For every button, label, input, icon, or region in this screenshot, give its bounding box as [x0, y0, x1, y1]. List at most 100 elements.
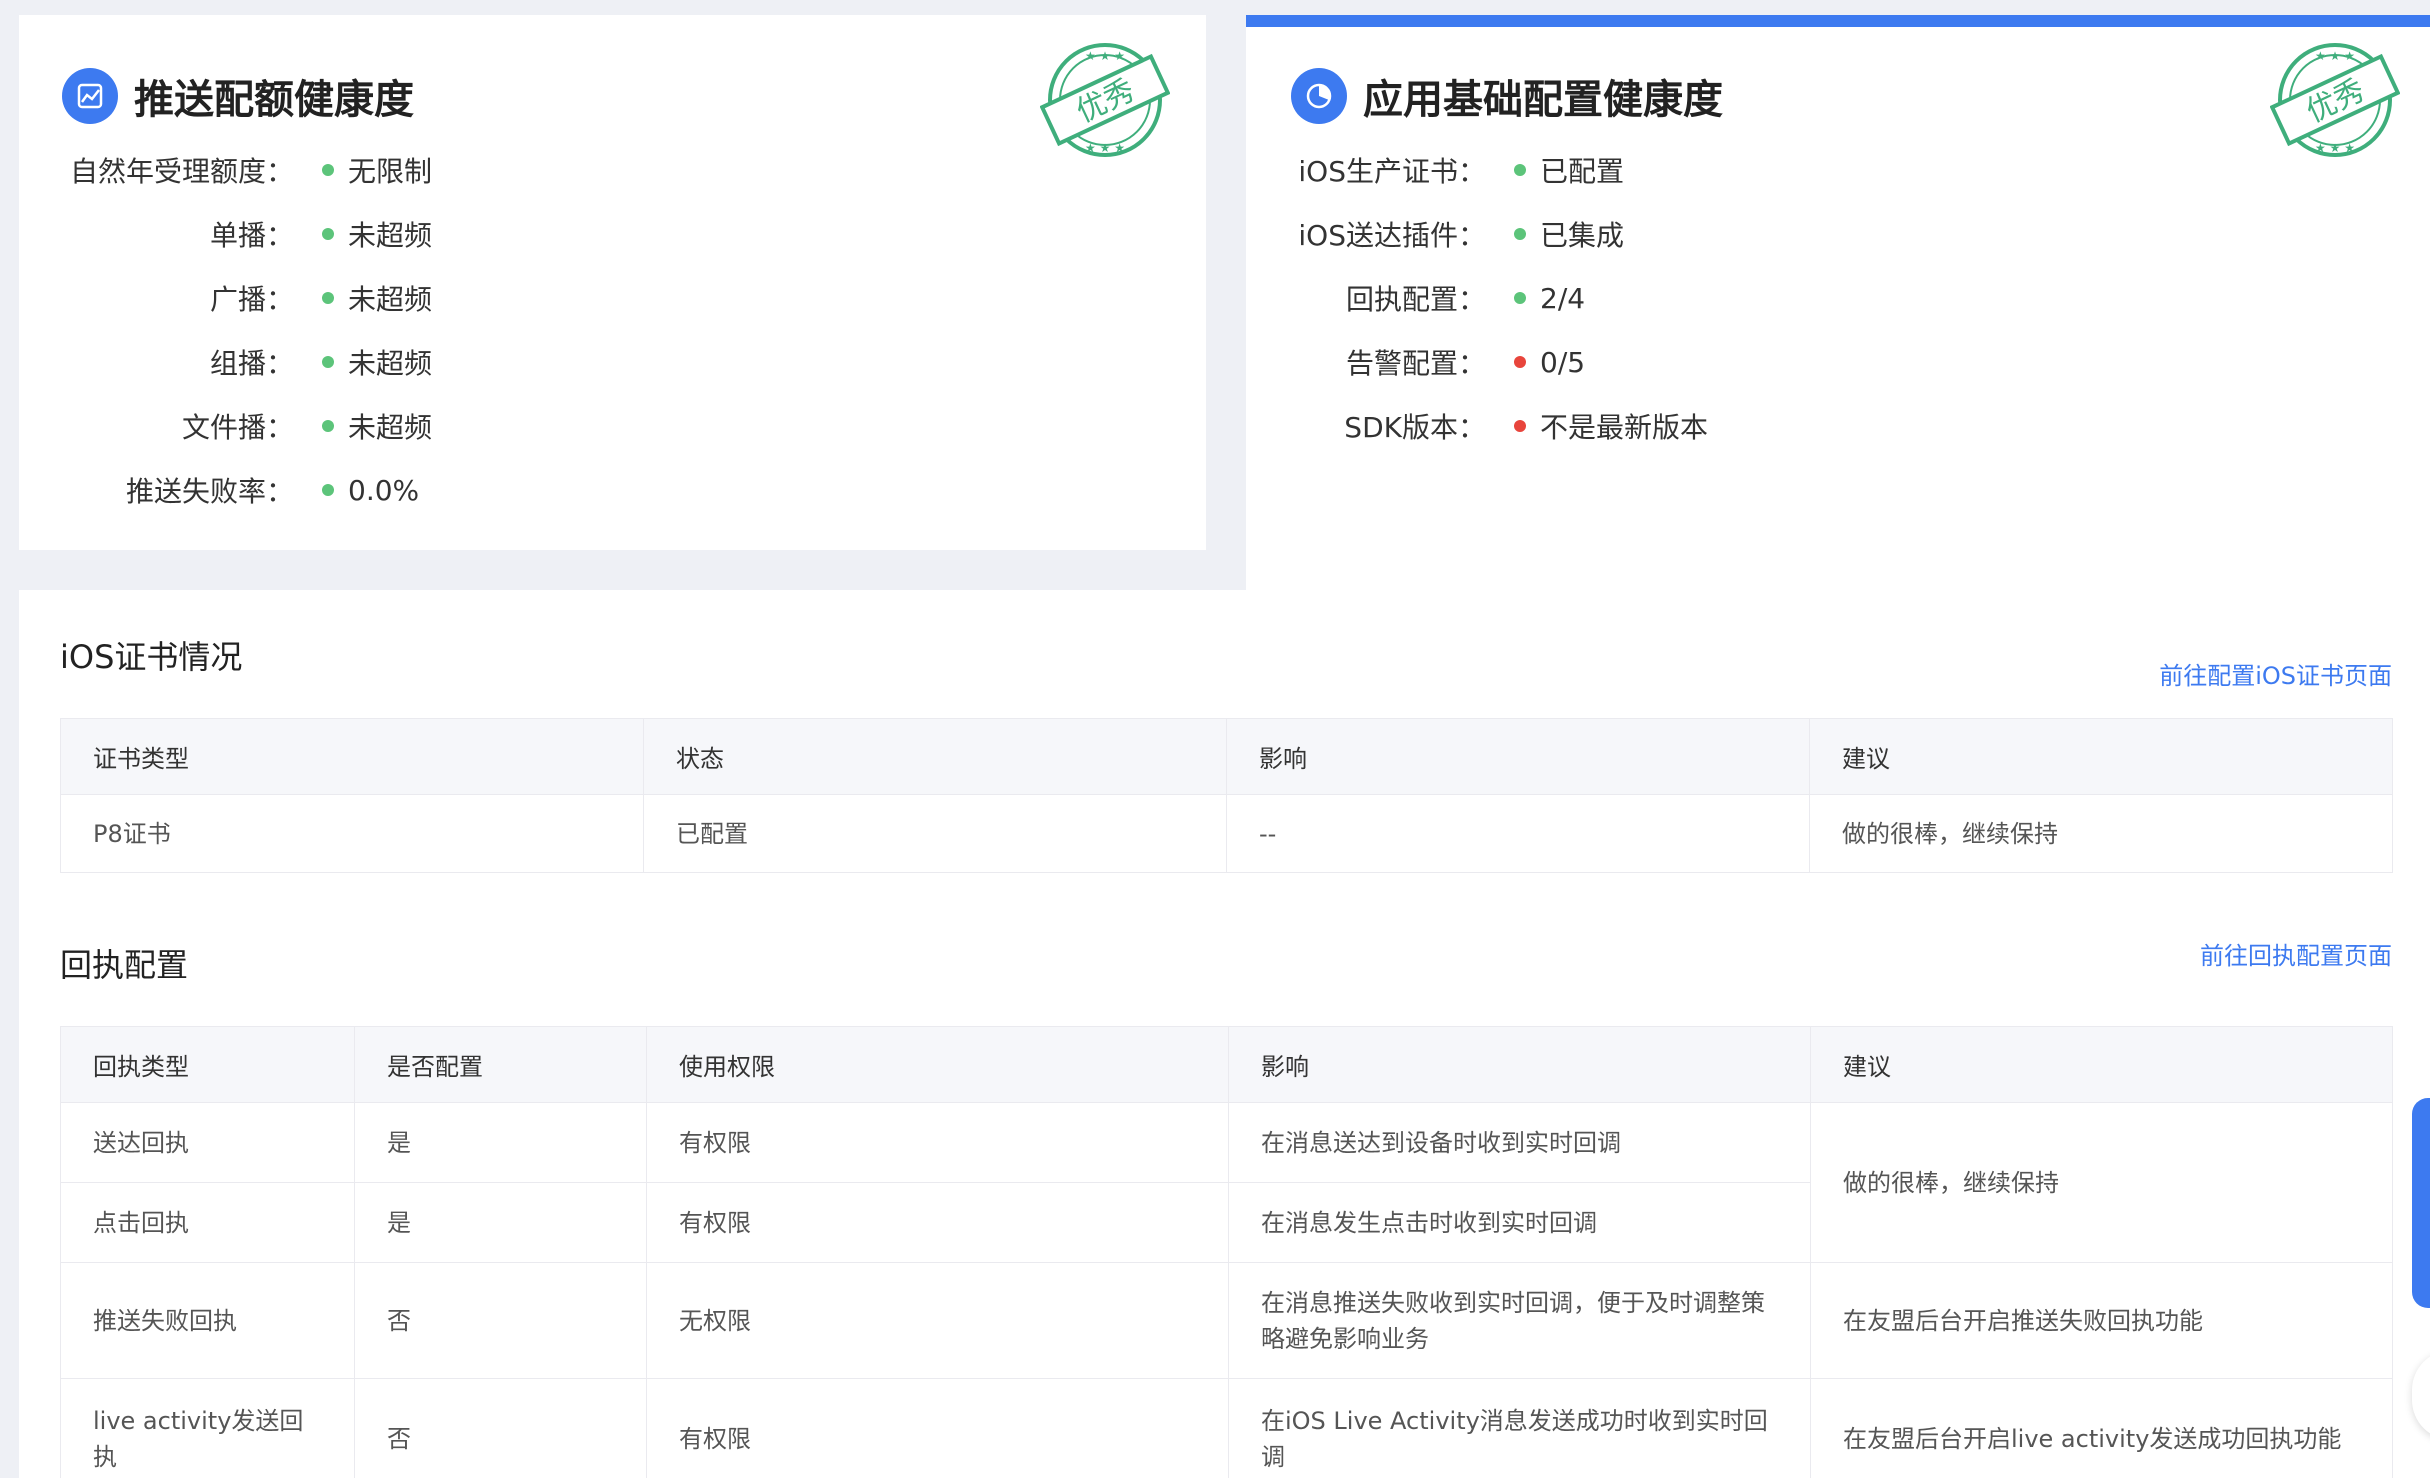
- row-label: 单播：: [209, 219, 294, 252]
- svg-text:★ ★ ★: ★ ★ ★: [1085, 49, 1125, 63]
- quota-row-broadcast: 广播： 未超频: [19, 278, 432, 318]
- row-label: 推送失败率：: [125, 475, 294, 508]
- column-header: 回执类型: [60, 1026, 355, 1103]
- table-cell: 推送失败回执: [60, 1262, 355, 1379]
- table-cell: live activity发送回执: [60, 1378, 355, 1478]
- table-cell: 是: [354, 1102, 647, 1183]
- app-config-title: 应用基础配置健康度: [1291, 67, 1723, 125]
- column-header: 证书类型: [60, 718, 644, 795]
- app-config-title-text: 应用基础配置健康度: [1363, 77, 1723, 123]
- ios-cert-config-link[interactable]: 前往配置iOS证书页面: [2159, 656, 2392, 691]
- health-page: 推送配额健康度 优秀 ★ ★ ★ ★ ★ ★ 自然年受理额度： 无限制 单播： …: [0, 0, 2430, 1478]
- ios-cert-title: iOS证书情况: [60, 638, 243, 676]
- row-value: 不是最新版本: [1540, 411, 1709, 444]
- status-dot: [322, 164, 334, 176]
- row-label: 文件播：: [181, 411, 294, 444]
- row-label: 自然年受理额度：: [69, 155, 294, 188]
- row-label: 组播：: [209, 347, 294, 380]
- status-dot: [1514, 292, 1526, 304]
- app-config-card: 应用基础配置健康度 优秀 ★ ★ ★ ★ ★ ★ iOS生产证书： 已配置 iO…: [1246, 15, 2430, 590]
- row-label: 告警配置：: [1345, 347, 1486, 380]
- column-header: 影响: [1228, 1026, 1811, 1103]
- column-header: 使用权限: [646, 1026, 1229, 1103]
- table-cell: P8证书: [60, 794, 644, 873]
- status-dot: [1514, 228, 1526, 240]
- row-value: 未超频: [348, 347, 433, 380]
- table-cell: 有权限: [646, 1378, 1229, 1478]
- table-cell: 做的很棒，继续保持: [1810, 1102, 2393, 1263]
- column-header: 建议: [1810, 1026, 2393, 1103]
- table-cell: 在消息送达到设备时收到实时回调: [1228, 1102, 1811, 1183]
- status-dot: [322, 292, 334, 304]
- column-header: 是否配置: [354, 1026, 647, 1103]
- push-quota-title: 推送配额健康度: [62, 67, 414, 125]
- status-dot: [322, 420, 334, 432]
- receipt-table: 回执类型 是否配置 使用权限 影响 建议 送达回执 是 有权限 在消息送达到设备…: [60, 1026, 2393, 1478]
- column-header: 影响: [1226, 718, 1810, 795]
- row-label: 回执配置：: [1345, 283, 1486, 316]
- table-cell: 在iOS Live Activity消息发送成功时收到实时回调: [1228, 1378, 1811, 1478]
- status-dot: [322, 356, 334, 368]
- row-value: 未超频: [348, 219, 433, 252]
- column-header: 建议: [1809, 718, 2393, 795]
- table-cell: 否: [354, 1262, 647, 1379]
- table-cell: 是: [354, 1182, 647, 1263]
- row-label: 广播：: [209, 283, 294, 316]
- excellent-stamp: 优秀 ★ ★ ★ ★ ★ ★: [2269, 35, 2401, 165]
- table-cell: 在消息发生点击时收到实时回调: [1228, 1182, 1811, 1263]
- table-row: live activity发送回执 否 有权限 在iOS Live Activi…: [60, 1378, 2393, 1478]
- status-dot: [1514, 164, 1526, 176]
- row-label: iOS送达插件：: [1298, 219, 1486, 252]
- table-cell: 已配置: [643, 794, 1227, 873]
- svg-text:★ ★ ★: ★ ★ ★: [2315, 49, 2355, 63]
- push-quota-title-text: 推送配额健康度: [134, 77, 414, 123]
- row-value: 未超频: [348, 411, 433, 444]
- row-label: SDK版本：: [1344, 411, 1486, 444]
- table-cell: 做的很棒，继续保持: [1809, 794, 2393, 873]
- trend-chart-icon: [62, 68, 118, 124]
- column-header: 状态: [643, 718, 1227, 795]
- config-row-ios-plugin: iOS送达插件： 已集成: [1246, 214, 1624, 254]
- detail-section: iOS证书情况 前往配置iOS证书页面 证书类型 状态 影响 建议 P8证书 已…: [19, 590, 2430, 1478]
- svg-text:★ ★ ★: ★ ★ ★: [2315, 141, 2355, 155]
- table-cell: --: [1226, 794, 1810, 873]
- row-value: 无限制: [348, 155, 433, 188]
- table-row: 推送失败回执 否 无权限 在消息推送失败收到实时回调，便于及时调整策略避免影响业…: [60, 1262, 2393, 1379]
- config-row-alert: 告警配置： 0/5: [1246, 342, 1585, 382]
- svg-text:★ ★ ★: ★ ★ ★: [1085, 141, 1125, 155]
- row-value: 2/4: [1540, 281, 1586, 315]
- row-value: 0/5: [1540, 345, 1586, 379]
- table-cell: 有权限: [646, 1102, 1229, 1183]
- table-cell: 在友盟后台开启live activity发送成功回执功能: [1810, 1378, 2393, 1478]
- table-cell: 在消息推送失败收到实时回调，便于及时调整策略避免影响业务: [1228, 1262, 1811, 1379]
- config-row-receipt: 回执配置： 2/4: [1246, 278, 1585, 318]
- push-quota-card: 推送配额健康度 优秀 ★ ★ ★ ★ ★ ★ 自然年受理额度： 无限制 单播： …: [19, 15, 1206, 550]
- table-cell: 有权限: [646, 1182, 1229, 1263]
- pie-chart-icon: [1291, 68, 1347, 124]
- quota-row-groupcast: 组播： 未超频: [19, 342, 432, 382]
- status-dot: [322, 484, 334, 496]
- config-row-ios-cert: iOS生产证书： 已配置: [1246, 150, 1624, 190]
- quota-row-filecast: 文件播： 未超频: [19, 406, 432, 446]
- table-cell: 在友盟后台开启推送失败回执功能: [1810, 1262, 2393, 1379]
- floating-help-tab[interactable]: [2412, 1098, 2430, 1308]
- table-row: 送达回执 是 有权限 在消息送达到设备时收到实时回调 做的很棒，继续保持: [60, 1102, 2393, 1263]
- quota-row-unicast: 单播： 未超频: [19, 214, 432, 254]
- table-header-row: 证书类型 状态 影响 建议: [60, 718, 2393, 795]
- config-row-sdk: SDK版本： 不是最新版本: [1246, 406, 1708, 446]
- table-cell: 否: [354, 1378, 647, 1478]
- status-dot: [1514, 420, 1526, 432]
- ios-cert-table: 证书类型 状态 影响 建议 P8证书 已配置 -- 做的很棒，继续保持: [60, 718, 2393, 873]
- table-cell: 点击回执: [60, 1182, 355, 1263]
- receipt-config-link[interactable]: 前往回执配置页面: [2200, 936, 2392, 971]
- row-value: 未超频: [348, 283, 433, 316]
- row-value: 0.0%: [348, 473, 420, 507]
- status-dot: [322, 228, 334, 240]
- table-cell: 送达回执: [60, 1102, 355, 1183]
- row-value: 已集成: [1540, 219, 1625, 252]
- status-dot: [1514, 356, 1526, 368]
- excellent-stamp: 优秀 ★ ★ ★ ★ ★ ★: [1039, 35, 1171, 165]
- row-value: 已配置: [1540, 155, 1625, 188]
- quota-row-failure-rate: 推送失败率： 0.0%: [19, 470, 419, 510]
- table-row: P8证书 已配置 -- 做的很棒，继续保持: [60, 794, 2393, 873]
